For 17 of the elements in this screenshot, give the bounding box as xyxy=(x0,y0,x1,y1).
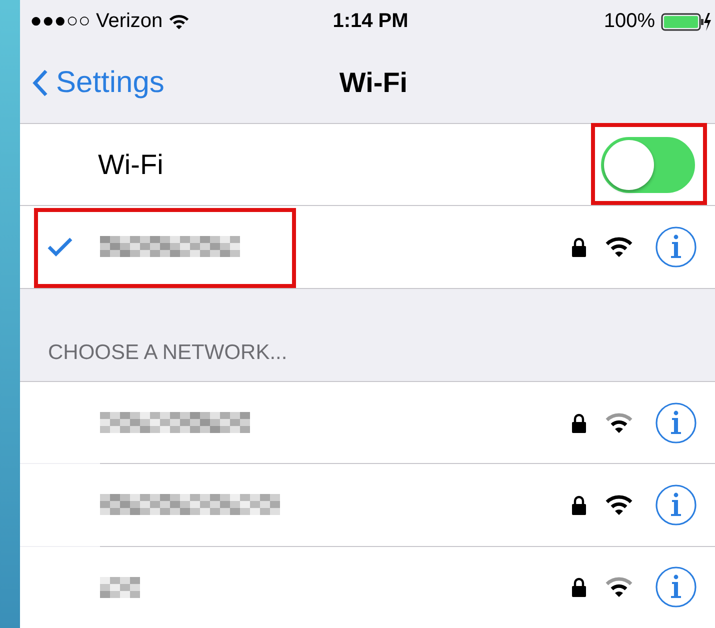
page-title: Wi-Fi xyxy=(339,67,408,100)
info-icon[interactable] xyxy=(655,566,697,608)
info-icon[interactable] xyxy=(655,402,697,444)
back-chevron-icon xyxy=(32,69,48,98)
wifi-label: Wi-Fi xyxy=(98,148,164,181)
network-row[interactable] xyxy=(20,464,715,546)
network-row[interactable] xyxy=(20,382,715,464)
back-button[interactable]: Settings xyxy=(32,66,340,100)
connected-network-row[interactable] xyxy=(20,206,715,289)
carrier-signal: ●●●○○ Verizon xyxy=(30,10,333,34)
wifi-status-icon xyxy=(168,14,190,30)
status-time: 1:14 PM xyxy=(332,10,408,34)
info-icon[interactable] xyxy=(655,226,697,268)
info-icon[interactable] xyxy=(655,484,697,526)
battery-percent: 100% xyxy=(604,10,655,34)
blurred-name xyxy=(100,576,140,598)
section-header: CHOOSE A NETWORK... xyxy=(48,341,288,366)
